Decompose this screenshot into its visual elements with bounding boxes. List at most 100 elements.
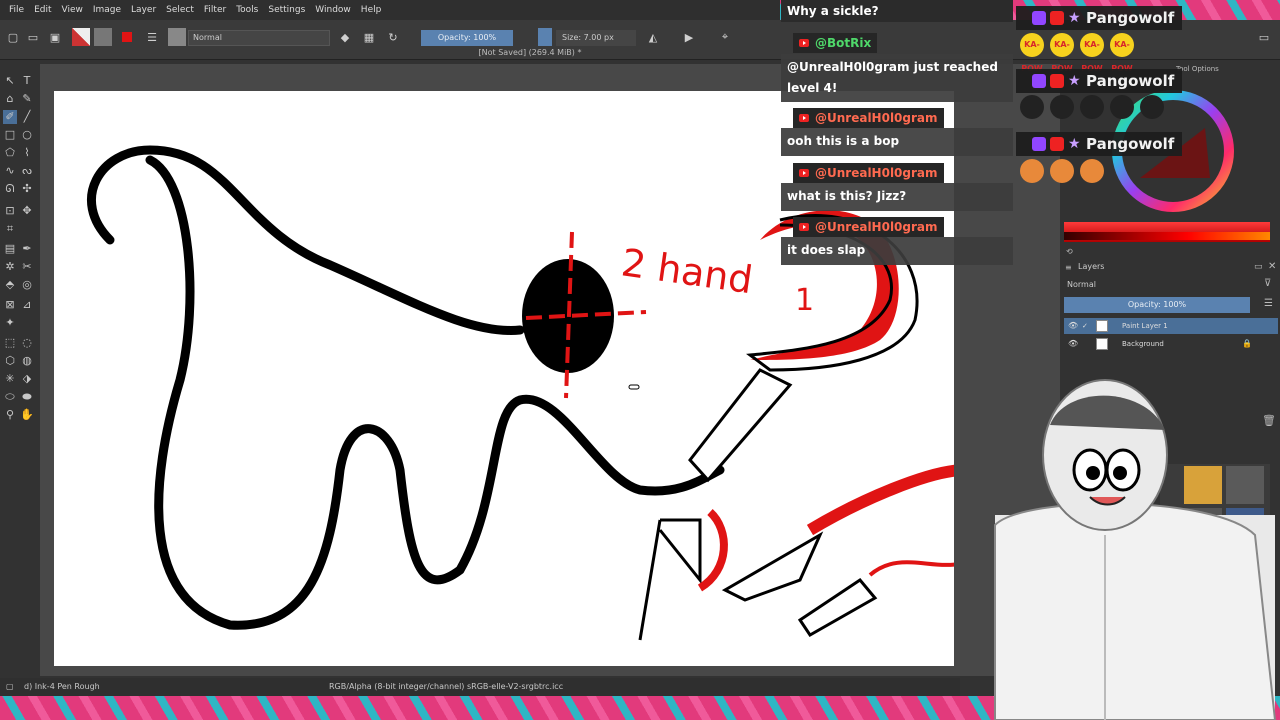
move-tool-icon[interactable]: ✥ (20, 204, 34, 218)
mirror-vertical-icon[interactable]: ▶ (682, 28, 696, 46)
color-icon[interactable] (538, 28, 552, 46)
reference-tool-icon[interactable]: ✦ (3, 316, 17, 330)
magnetic-select-icon[interactable]: ⬬ (20, 390, 34, 404)
webcam-avatar (994, 379, 1277, 720)
new-document-icon[interactable]: ▢ (6, 28, 20, 46)
annotation-2: 2 hand (619, 240, 756, 302)
visibility-eye-icon[interactable]: 👁 (1068, 336, 1078, 352)
contiguous-select-icon[interactable]: ✳ (3, 372, 17, 386)
alert-badge: ★ Pangowolf (1016, 6, 1183, 30)
reload-icon[interactable]: ↻ (386, 28, 400, 46)
dynamic-brush-icon[interactable]: ᘏ (3, 182, 17, 196)
wrap-around-icon[interactable]: ⌖ (718, 28, 732, 46)
brush-preset-icon[interactable] (168, 28, 186, 46)
line-tool-icon[interactable]: ╱ (20, 110, 34, 124)
chat-handle-user: @UnrealH0l0gram (793, 163, 944, 183)
menu-help[interactable]: Help (356, 5, 387, 15)
polyline-tool-icon[interactable]: ⌇ (20, 146, 34, 160)
color-picker-icon[interactable]: ✒ (20, 242, 34, 256)
twitch-icon (1032, 74, 1046, 88)
visibility-eye-icon[interactable]: 👁 (1068, 318, 1078, 334)
reset-color-icon[interactable]: ⟲ (1066, 247, 1073, 256)
dock-icon[interactable]: ▭ (1256, 28, 1272, 46)
star-icon: ★ (1068, 73, 1081, 89)
alpha-lock-icon[interactable]: ▦ (362, 28, 376, 46)
polygon-tool-icon[interactable]: ⬠ (3, 146, 17, 160)
ellipse-select-icon[interactable]: ◌ (20, 336, 34, 350)
save-icon[interactable]: ▣ (48, 28, 62, 46)
face-emote (1050, 159, 1074, 183)
layers-icon: ≡ (1065, 263, 1072, 272)
similar-select-icon[interactable]: ⬗ (20, 372, 34, 386)
rectangle-tool-icon[interactable]: □ (3, 128, 17, 142)
checkmark-icon[interactable]: ✓ (1082, 318, 1088, 334)
layer-row-paint-layer-1[interactable]: 👁 ✓ Paint Layer 1 (1064, 318, 1278, 334)
menu-image[interactable]: Image (88, 5, 126, 15)
fill-tool-icon[interactable]: ⬘ (3, 278, 17, 292)
menu-select[interactable]: Select (161, 5, 199, 15)
blend-mode-select[interactable]: Normal (188, 30, 330, 46)
annotation-1: 1 (795, 283, 814, 318)
menu-view[interactable]: View (57, 5, 88, 15)
kapow-emote: KA-POW (1020, 33, 1044, 73)
pan-tool-icon[interactable]: ✋ (20, 408, 34, 422)
rect-select-icon[interactable]: ⬚ (3, 336, 17, 350)
edit-shapes-icon[interactable]: ⌂ (3, 92, 17, 106)
hue-slider[interactable] (1064, 232, 1270, 240)
calligraphy-icon[interactable]: ✎ (20, 92, 34, 106)
bezier-tool-icon[interactable]: ∿ (3, 164, 17, 178)
face-emote (1080, 159, 1104, 183)
enclose-fill-icon[interactable]: ◎ (20, 278, 34, 292)
size-slider[interactable]: Size: 7.00 px (556, 30, 636, 46)
status-color-profile: RGB/Alpha (8-bit integer/channel) sRGB-e… (329, 682, 564, 691)
gradient-tool-icon[interactable]: ▤ (3, 242, 17, 256)
menu-filter[interactable]: Filter (199, 5, 231, 15)
menu-settings[interactable]: Settings (263, 5, 310, 15)
ellipse-tool-icon[interactable]: ○ (20, 128, 34, 142)
layers-menu-icon[interactable]: ☰ (1264, 298, 1273, 309)
gradient-selector-icon[interactable] (72, 28, 90, 46)
smart-patch-icon[interactable]: ✲ (3, 260, 17, 274)
freehand-select-icon[interactable]: ◍ (20, 354, 34, 368)
filter-icon[interactable]: ⊽ (1264, 278, 1271, 289)
lock-icon[interactable]: 🔒 (1242, 336, 1252, 352)
menu-edit[interactable]: Edit (29, 5, 56, 15)
mirror-horizontal-icon[interactable]: ◭ (646, 28, 660, 46)
bezier-select-icon[interactable]: ⬭ (3, 390, 17, 404)
colorize-mask-icon[interactable]: ✂ (20, 260, 34, 274)
float-panel-icon[interactable]: ▭ (1254, 262, 1263, 272)
freehand-path-icon[interactable]: ᔓ (20, 164, 34, 178)
text-tool-icon[interactable]: T (20, 74, 34, 88)
chat-message: ooh this is a bop (781, 128, 1013, 156)
assistant-tool-icon[interactable]: ⊠ (3, 298, 17, 312)
polygon-select-icon[interactable]: ⬡ (3, 354, 17, 368)
menu-layer[interactable]: Layer (126, 5, 161, 15)
layers-panel-title: Layers (1078, 262, 1105, 271)
opacity-slider[interactable]: Opacity: 100% (421, 30, 513, 46)
freehand-brush-icon[interactable]: ✐ (3, 110, 17, 124)
brush-settings-icon[interactable]: ☰ (144, 28, 160, 46)
color-swap-icon[interactable] (118, 28, 136, 46)
pattern-selector-icon[interactable] (94, 28, 112, 46)
measure-tool-icon[interactable]: ⊿ (20, 298, 34, 312)
handle-sketch (797, 578, 878, 637)
face-emote (1020, 159, 1044, 183)
menu-file[interactable]: File (4, 5, 29, 15)
youtube-icon (799, 169, 809, 177)
multibrush-icon[interactable]: ✣ (20, 182, 34, 196)
transform-tool-icon[interactable]: ⌗ (3, 222, 17, 236)
layers-opacity-slider[interactable]: Opacity: 100% (1064, 297, 1250, 313)
eraser-icon[interactable]: ◆ (338, 28, 352, 46)
hammer-sketch (638, 518, 702, 641)
crop-tool-icon[interactable]: ⊡ (3, 204, 17, 218)
select-shapes-icon[interactable]: ↖ (3, 74, 17, 88)
layer-row-background[interactable]: 👁 Background 🔒 (1064, 336, 1278, 352)
chat-message: @UnrealH0l0gram just reached level 4! (781, 54, 1013, 102)
zoom-tool-icon[interactable]: ⚲ (3, 408, 17, 422)
layers-blend-mode[interactable]: Normal (1064, 278, 1254, 292)
docker-tab-tool-options[interactable]: Tool Options (1176, 65, 1219, 73)
open-folder-icon[interactable]: ▭ (26, 28, 40, 46)
menu-window[interactable]: Window (310, 5, 356, 15)
close-panel-icon[interactable]: ✕ (1268, 261, 1276, 272)
menu-tools[interactable]: Tools (231, 5, 263, 15)
